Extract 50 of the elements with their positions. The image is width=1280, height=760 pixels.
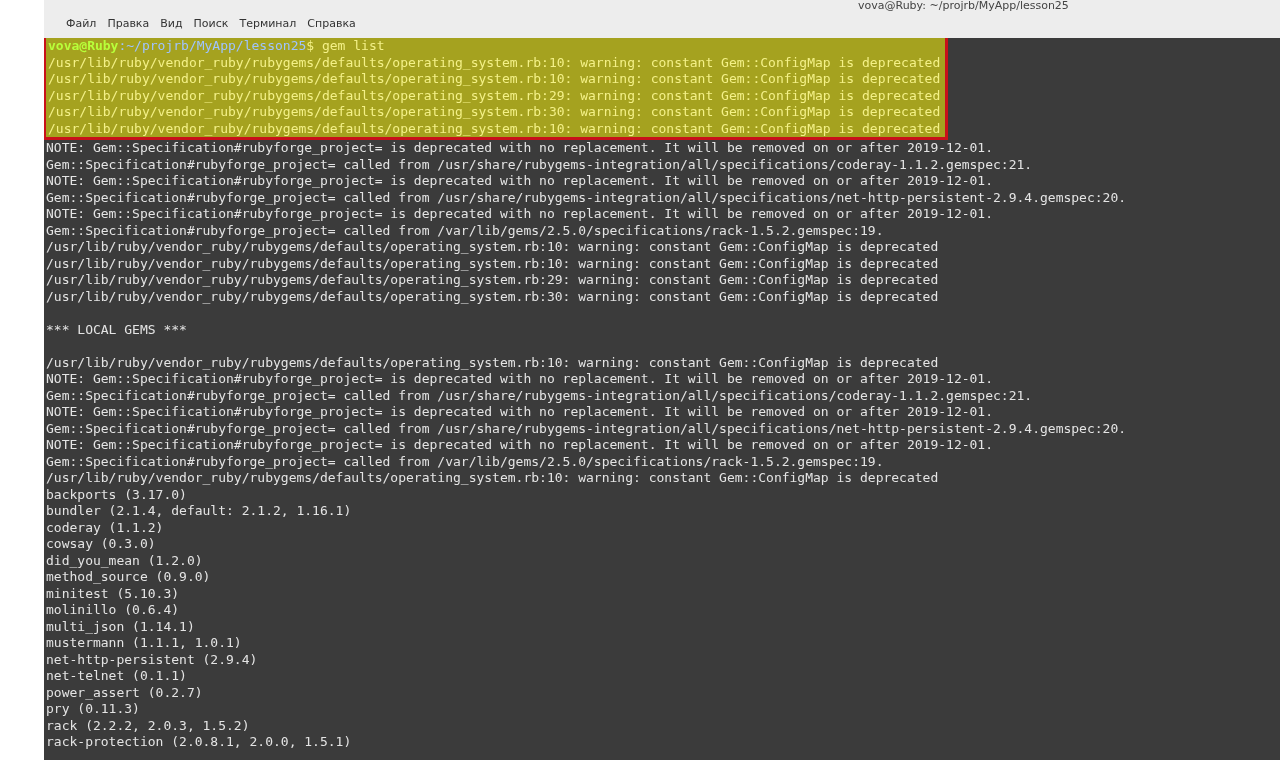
output-line: Gem::Specification#rubyforge_project= called from /usr/share/rubygems-integration/all/specifications/coderay-1.1.2.gemspec:21. [45, 387, 1033, 404]
menu-item[interactable]: Поиск [193, 17, 229, 31]
output-line: NOTE: Gem::Specification#rubyforge_project= is deprecated with no replacement. It will be removed on or after 2019-12-01. [45, 404, 994, 421]
command-text: $ gem list [306, 38, 385, 53]
output-line: coderay (1.1.2) [45, 519, 164, 536]
output-line: did_you_mean (1.2.0) [45, 552, 203, 569]
output-line: /usr/lib/ruby/vendor_ruby/rubygems/defaults/operating_system.rb:10: warning: constant Gem::ConfigMap is deprecated [45, 239, 939, 256]
output-line: /usr/lib/ruby/vendor_ruby/rubygems/defaults/operating_system.rb:30: warning: constant Gem::ConfigMap is deprecated [45, 288, 939, 305]
output-line: cowsay (0.3.0) [45, 536, 156, 553]
output-line: Gem::Specification#rubyforge_project= called from /usr/share/rubygems-integration/all/specifications/coderay-1.1.2.gemspec:21. [45, 156, 1033, 173]
menu-item[interactable]: Справка [307, 17, 356, 31]
output-line: NOTE: Gem::Specification#rubyforge_project= is deprecated with no replacement. It will be removed on or after 2019-12-01. [45, 173, 994, 190]
output-line: molinillo (0.6.4) [45, 602, 180, 619]
output-line: Gem::Specification#rubyforge_project= called from /usr/share/rubygems-integration/all/specifications/net-http-persistent-2.9.4.gemspec:20. [45, 420, 1127, 437]
output-line: /usr/lib/ruby/vendor_ruby/rubygems/defaults/operating_system.rb:29: warning: constant Gem::ConfigMap is deprecated [47, 87, 941, 104]
output-line: *** LOCAL GEMS *** [45, 321, 187, 338]
output-line: rack-protection (2.0.8.1, 2.0.0, 1.5.1) [45, 734, 352, 751]
output-line: Gem::Specification#rubyforge_project= called from /usr/share/rubygems-integration/all/specifications/net-http-persistent-2.9.4.gemspec:20. [45, 189, 1127, 206]
prompt-user: vova@Ruby [48, 38, 119, 53]
output-line: /usr/lib/ruby/vendor_ruby/rubygems/defaults/operating_system.rb:29: warning: constant Gem::ConfigMap is deprecated [45, 272, 939, 289]
output-line: NOTE: Gem::Specification#rubyforge_project= is deprecated with no replacement. It will be removed on or after 2019-12-01. [45, 206, 994, 223]
output-line: bundler (2.1.4, default: 2.1.2, 1.16.1) [45, 503, 352, 520]
output-line: NOTE: Gem::Specification#rubyforge_project= is deprecated with no replacement. It will be removed on or after 2019-12-01. [45, 437, 994, 454]
output-line: method_source (0.9.0) [45, 569, 211, 586]
window-title: vova@Ruby: ~/projrb/MyApp/lesson25 [858, 0, 1069, 12]
output-line: /usr/lib/ruby/vendor_ruby/rubygems/defaults/operating_system.rb:10: warning: constant Gem::ConfigMap is deprecated [47, 71, 941, 88]
output-line: Gem::Specification#rubyforge_project= called from /var/lib/gems/2.5.0/specifications/rack-1.5.2.gemspec:19. [45, 453, 884, 470]
output-line: rack (2.2.2, 2.0.3, 1.5.2) [45, 717, 250, 734]
output-line: NOTE: Gem::Specification#rubyforge_project= is deprecated with no replacement. It will be removed on or after 2019-12-01. [45, 140, 994, 157]
menu-item[interactable]: Файл [66, 17, 97, 31]
output-line: multi_json (1.14.1) [45, 618, 195, 635]
output-line: /usr/lib/ruby/vendor_ruby/rubygems/defaults/operating_system.rb:10: warning: constant Gem::ConfigMap is deprecated [45, 470, 939, 487]
output-line: /usr/lib/ruby/vendor_ruby/rubygems/defaults/operating_system.rb:10: warning: constant Gem::ConfigMap is deprecated [47, 120, 941, 137]
output-line: minitest (5.10.3) [45, 585, 180, 602]
output-line: power_assert (0.2.7) [45, 684, 203, 701]
output-line: Gem::Specification#rubyforge_project= called from /var/lib/gems/2.5.0/specifications/rack-1.5.2.gemspec:19. [45, 222, 884, 239]
output-line: backports (3.17.0) [45, 486, 187, 503]
output-line: net-telnet (0.1.1) [45, 668, 187, 685]
output-line: mustermann (1.1.1, 1.0.1) [45, 635, 242, 652]
output-line: pry (0.11.3) [45, 701, 140, 718]
menu-item[interactable]: Вид [160, 17, 183, 31]
prompt-path: :~/projrb/MyApp/lesson25 [118, 38, 307, 53]
output-line: /usr/lib/ruby/vendor_ruby/rubygems/defaults/operating_system.rb:10: warning: constant Gem::ConfigMap is deprecated [45, 255, 939, 272]
output-line: /usr/lib/ruby/vendor_ruby/rubygems/defaults/operating_system.rb:30: warning: constant Gem::ConfigMap is deprecated [47, 104, 941, 121]
output-line: /usr/lib/ruby/vendor_ruby/rubygems/defaults/operating_system.rb:10: warning: constant Gem::ConfigMap is deprecated [45, 354, 939, 371]
menu-item[interactable]: Правка [107, 17, 150, 31]
output-line: NOTE: Gem::Specification#rubyforge_project= is deprecated with no replacement. It will be removed on or after 2019-12-01. [45, 371, 994, 388]
menu-item[interactable]: Терминал [239, 17, 297, 31]
output-line: net-http-persistent (2.9.4) [45, 651, 258, 668]
output-line: /usr/lib/ruby/vendor_ruby/rubygems/defaults/operating_system.rb:10: warning: constant Gem::ConfigMap is deprecated [47, 54, 941, 71]
